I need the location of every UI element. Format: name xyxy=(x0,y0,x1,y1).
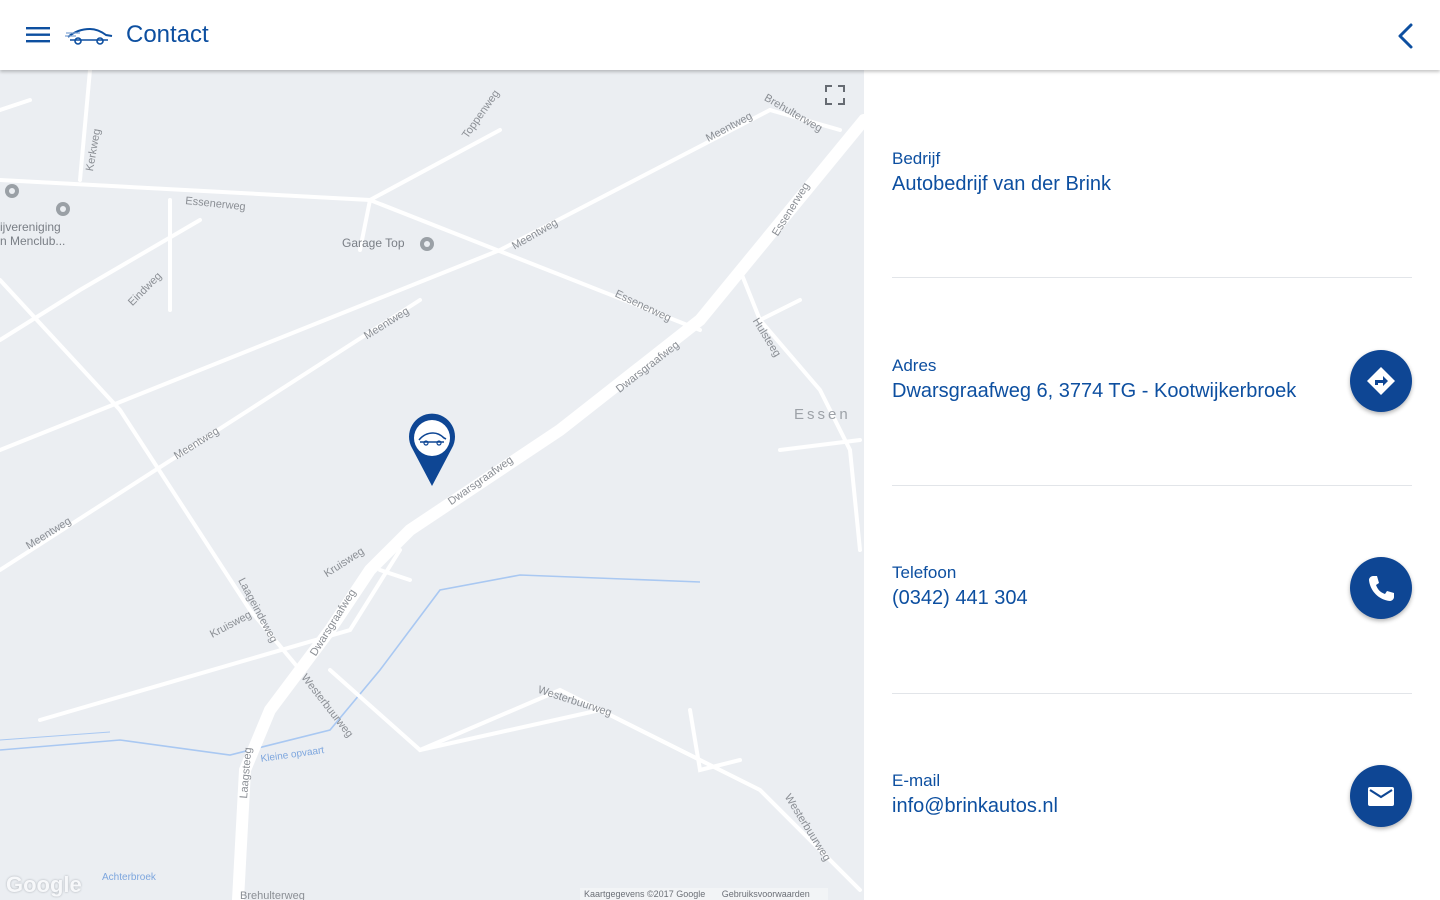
map-terms-link[interactable]: Gebruiksvoorwaarden xyxy=(722,889,810,899)
poi-label-garage: Garage Top xyxy=(342,236,405,250)
divider xyxy=(892,693,1412,694)
email-button[interactable] xyxy=(1350,765,1412,827)
address-block: Adres Dwarsgraafweg 6, 3774 TG - Kootwij… xyxy=(892,355,1412,405)
phone-block: Telefoon (0342) 441 304 xyxy=(892,562,1412,612)
google-logo: Google xyxy=(6,872,82,897)
address-label: Adres xyxy=(892,356,937,375)
fullscreen-icon[interactable] xyxy=(820,80,850,110)
email-value: info@brinkautos.nl xyxy=(892,795,1058,817)
location-pin-icon[interactable] xyxy=(406,410,458,490)
email-icon xyxy=(1368,787,1394,806)
phone-icon xyxy=(1369,576,1394,601)
directions-icon xyxy=(1367,367,1395,395)
call-button[interactable] xyxy=(1350,557,1412,619)
company-block: Bedrijf Autobedrijf van der Brink xyxy=(892,148,1412,198)
map-copyright: Kaartgegevens ©2017 Google xyxy=(584,889,706,899)
email-block: E-mail info@brinkautos.nl xyxy=(892,770,1412,820)
chevron-left-icon[interactable] xyxy=(1390,20,1422,52)
area-label: Achterbroek xyxy=(102,872,156,883)
company-value: Autobedrijf van der Brink xyxy=(892,173,1112,195)
phone-label: Telefoon xyxy=(892,563,957,582)
poi-icon[interactable] xyxy=(56,202,70,216)
map-view[interactable]: Kerkweg Essenerweg Toppenweg Meentweg Br… xyxy=(0,70,864,900)
contact-panel: Bedrijf Autobedrijf van der Brink Adres … xyxy=(864,70,1440,900)
poi-label: ijvereniging xyxy=(0,220,61,234)
place-label: Essen xyxy=(794,406,851,423)
page-title: Contact xyxy=(126,21,209,48)
map-attribution: Kaartgegevens ©2017 Google Gebruiksvoorw… xyxy=(580,888,828,900)
app-bar: Contact xyxy=(0,0,1440,70)
hamburger-menu-icon[interactable] xyxy=(24,22,54,48)
divider xyxy=(892,277,1412,278)
street-label: Brehulterweg xyxy=(240,890,305,900)
company-label: Bedrijf xyxy=(892,149,941,168)
directions-button[interactable] xyxy=(1350,350,1412,412)
email-label: E-mail xyxy=(892,771,941,790)
poi-icon[interactable] xyxy=(5,184,19,198)
phone-value: (0342) 441 304 xyxy=(892,587,1028,609)
divider xyxy=(892,485,1412,486)
address-value: Dwarsgraafweg 6, 3774 TG - Kootwijkerbro… xyxy=(892,380,1297,402)
poi-label: n Menclub... xyxy=(0,234,66,248)
car-logo-icon xyxy=(64,20,116,50)
poi-icon[interactable] xyxy=(420,237,434,251)
